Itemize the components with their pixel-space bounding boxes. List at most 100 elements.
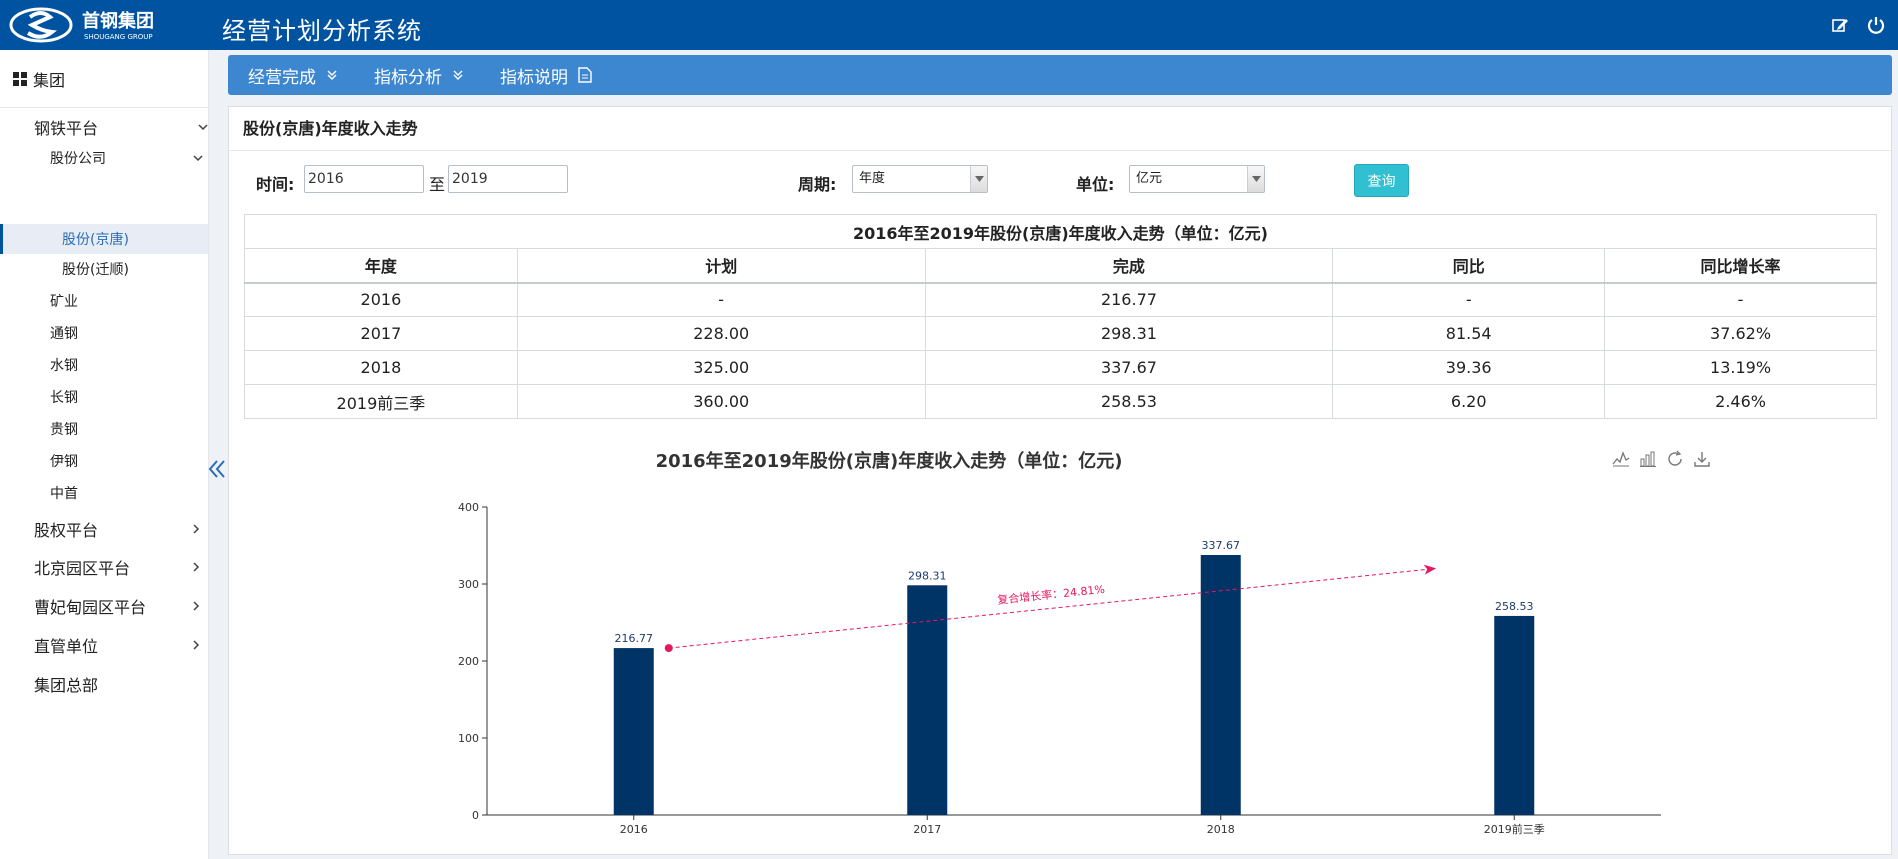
sidebar-item-beijing-park[interactable]: 北京园区平台 — [34, 554, 202, 580]
unit-select[interactable]: 亿元 — [1129, 165, 1265, 193]
table-cell: 216.77 — [924, 282, 1334, 317]
bar-chart: 0 100 200 300 400 2016 216.77 2017 298.31 2018 337… — [458, 501, 1661, 836]
sidebar-item-label: 通钢 — [50, 326, 78, 342]
column-header: 完成 — [924, 248, 1334, 284]
y-tick-label: 300 — [458, 578, 479, 591]
filter-bar: 时间: 至 周期: 年度 单位: 亿元 查询 — [229, 163, 1891, 199]
sidebar-item-label: 曹妃甸园区平台 — [34, 598, 147, 617]
menu-business-completion[interactable]: 经营完成 — [248, 63, 338, 88]
data-label: 298.31 — [908, 569, 947, 582]
double-chevron-down-icon — [453, 70, 463, 80]
sidebar-item-label: 钢铁平台 — [34, 119, 99, 138]
chevron-down-icon — [198, 124, 208, 131]
column-header: 同比 — [1332, 248, 1606, 284]
y-tick-label: 100 — [458, 732, 479, 745]
trend-arrow — [668, 564, 1437, 649]
x-tick-label: 2018 — [1207, 823, 1235, 836]
sidebar-item-group-hq[interactable]: 集团总部 — [34, 671, 98, 697]
chevron-right-icon — [193, 524, 200, 534]
sidebar-item-direct-units[interactable]: 直管单位 — [34, 632, 202, 658]
data-label: 258.53 — [1495, 600, 1534, 613]
sidebar-item-tonggang[interactable]: 通钢 — [50, 321, 78, 345]
table-row: 2017 228.00 298.31 81.54 37.62% — [244, 316, 1877, 351]
table-cell: - — [1332, 282, 1606, 317]
sidebar-item-equity-platform[interactable]: 股权平台 — [34, 516, 202, 542]
table-cell: - — [516, 282, 926, 317]
table-cell: - — [1604, 282, 1877, 317]
table-cell: 325.00 — [516, 350, 926, 385]
column-header: 同比增长率 — [1604, 248, 1877, 284]
menu-item-label: 指标说明 — [500, 67, 568, 88]
logo-text: 首钢集团 — [82, 10, 154, 32]
table-cell: 2018 — [244, 350, 518, 385]
table-cell: 37.62% — [1604, 316, 1877, 351]
sidebar-item-label: 股份公司 — [50, 151, 106, 167]
table-cell: 360.00 — [516, 384, 926, 419]
revenue-table: 2016年至2019年股份(京唐)年度收入走势（单位：亿元) 年度 计划 完成 … — [244, 214, 1877, 419]
column-header: 年度 — [244, 248, 518, 284]
trend-annotation-label: 复合增长率：24.81% — [997, 582, 1106, 607]
period-label: 周期: — [798, 175, 837, 194]
system-title: 经营计划分析系统 — [222, 17, 422, 45]
logo-subtext: SHOUGANG GROUP — [84, 33, 153, 41]
end-year-input[interactable] — [448, 165, 568, 193]
menu-item-label: 经营完成 — [248, 67, 316, 88]
unit-label: 单位: — [1076, 175, 1115, 194]
unit-value: 亿元 — [1136, 171, 1163, 186]
collapse-sidebar-icon[interactable] — [206, 458, 228, 480]
sidebar-item-zhongshou[interactable]: 中首 — [50, 481, 78, 505]
power-icon[interactable] — [1866, 15, 1886, 35]
table-row: 2016 - 216.77 - - — [244, 282, 1877, 317]
sidebar-item-changgang[interactable]: 长钢 — [50, 385, 78, 409]
sidebar-item-shuigang[interactable]: 水钢 — [50, 353, 78, 377]
sidebar-item-guigang[interactable]: 贵钢 — [50, 417, 78, 441]
table-cell: 81.54 — [1332, 316, 1606, 351]
bar-2016 — [613, 648, 654, 815]
document-icon — [578, 67, 592, 83]
data-label: 337.67 — [1202, 539, 1241, 552]
sidebar-item-steel-platform[interactable]: 钢铁平台 — [34, 113, 209, 141]
sidebar: 集团 钢铁平台 股份公司 股份(京唐) 股份(迁顺) 矿业 通钢 水钢 长钢 贵… — [0, 50, 209, 859]
top-header: 首钢集团 SHOUGANG GROUP 经营计划分析系统 — [0, 0, 1898, 50]
table-cell: 2017 — [244, 316, 518, 351]
edit-icon[interactable] — [1830, 15, 1850, 35]
table-header-row: 年度 计划 完成 同比 同比增长率 — [244, 248, 1877, 284]
chart-area: 2016年至2019年股份(京唐)年度收入走势（单位：亿元) 0 100 200 30… — [229, 429, 1891, 849]
sidebar-item-mining[interactable]: 矿业 — [50, 289, 78, 313]
sidebar-item-yigang[interactable]: 伊钢 — [50, 449, 78, 473]
sidebar-item-label: 矿业 — [50, 294, 78, 310]
table-cell: 2019前三季 — [244, 384, 518, 419]
table-caption: 2016年至2019年股份(京唐)年度收入走势（单位：亿元) — [244, 214, 1877, 249]
x-tick-label: 2016 — [620, 823, 648, 836]
sidebar-item-caofeidian-park[interactable]: 曹妃甸园区平台 — [34, 593, 202, 619]
table-cell: 13.19% — [1604, 350, 1877, 385]
bar-2018 — [1200, 554, 1241, 815]
x-tick-label: 2017 — [913, 823, 941, 836]
sidebar-item-label: 水钢 — [50, 358, 78, 374]
column-header: 计划 — [516, 248, 926, 284]
period-select[interactable]: 年度 — [852, 165, 988, 193]
bar-2019前三季 — [1494, 615, 1535, 815]
y-tick-label: 400 — [458, 501, 479, 514]
y-tick-label: 0 — [472, 809, 479, 822]
double-chevron-down-icon — [327, 70, 337, 80]
sidebar-item-label: 贵钢 — [50, 422, 78, 438]
sidebar-item-stock-company[interactable]: 股份公司 — [50, 146, 204, 170]
chevron-right-icon — [193, 562, 200, 572]
menu-indicator-description[interactable]: 指标说明 — [500, 63, 592, 88]
sidebar-group-header[interactable]: 集团 — [0, 50, 208, 108]
start-year-input[interactable] — [304, 165, 424, 193]
table-row: 2019前三季 360.00 258.53 6.20 2.46% — [244, 384, 1877, 419]
select-arrow-icon — [970, 166, 987, 192]
sidebar-item-qianshun[interactable]: 股份(迁顺) — [62, 257, 129, 281]
query-button[interactable]: 查询 — [1354, 164, 1409, 197]
grid-icon — [13, 72, 27, 86]
sidebar-item-label: 股份(京唐) — [62, 232, 129, 248]
x-tick-label: 2019前三季 — [1484, 822, 1545, 836]
data-label: 216.77 — [615, 632, 654, 645]
menu-indicator-analysis[interactable]: 指标分析 — [374, 63, 464, 88]
sidebar-item-label: 集团总部 — [34, 676, 99, 695]
sidebar-item-label: 长钢 — [50, 390, 78, 406]
sidebar-item-jingtang[interactable]: 股份(京唐) — [62, 227, 129, 251]
menu-item-label: 指标分析 — [374, 67, 442, 88]
